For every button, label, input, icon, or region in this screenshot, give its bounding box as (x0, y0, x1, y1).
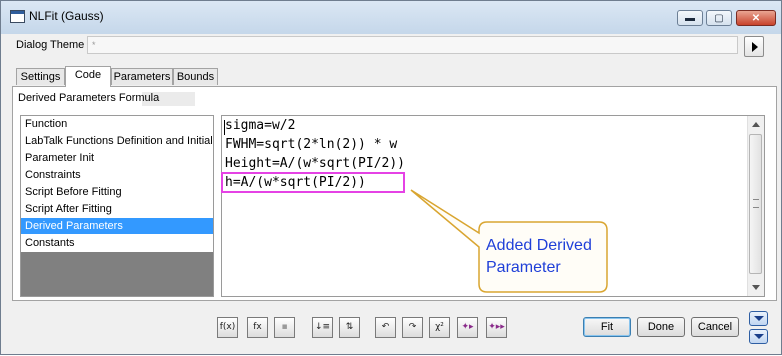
chevron-down-icon[interactable] (749, 329, 768, 344)
tab-code[interactable]: Code (65, 66, 111, 87)
fit-until-converged-icon[interactable]: ✦▸▸ (486, 317, 507, 338)
nlfit-dialog: NLFit (Gauss) ▬ ▢ ✕ Dialog Theme * Setti… (0, 0, 782, 355)
redo-icon[interactable]: ↷ (402, 317, 423, 338)
chevron-down-icon[interactable] (749, 311, 768, 326)
callout-text: Added Derived Parameter (486, 237, 592, 276)
chi-square-icon[interactable]: χ² (429, 317, 450, 338)
undo-icon[interactable]: ↶ (375, 317, 396, 338)
variables-icon[interactable]: ⇅ (339, 317, 360, 338)
function-icon[interactable]: f(x) (217, 317, 238, 338)
fit-button[interactable]: Fit (583, 317, 631, 337)
cancel-button[interactable]: Cancel (691, 317, 739, 337)
load-function-icon[interactable]: fx (247, 317, 268, 338)
done-button[interactable]: Done (637, 317, 685, 337)
save-icon[interactable]: ▪ (274, 317, 295, 338)
fit-one-iteration-icon[interactable]: ✦▸ (457, 317, 478, 338)
sort-icon[interactable]: ↓≡ (312, 317, 333, 338)
callout-bubble (410, 189, 608, 293)
